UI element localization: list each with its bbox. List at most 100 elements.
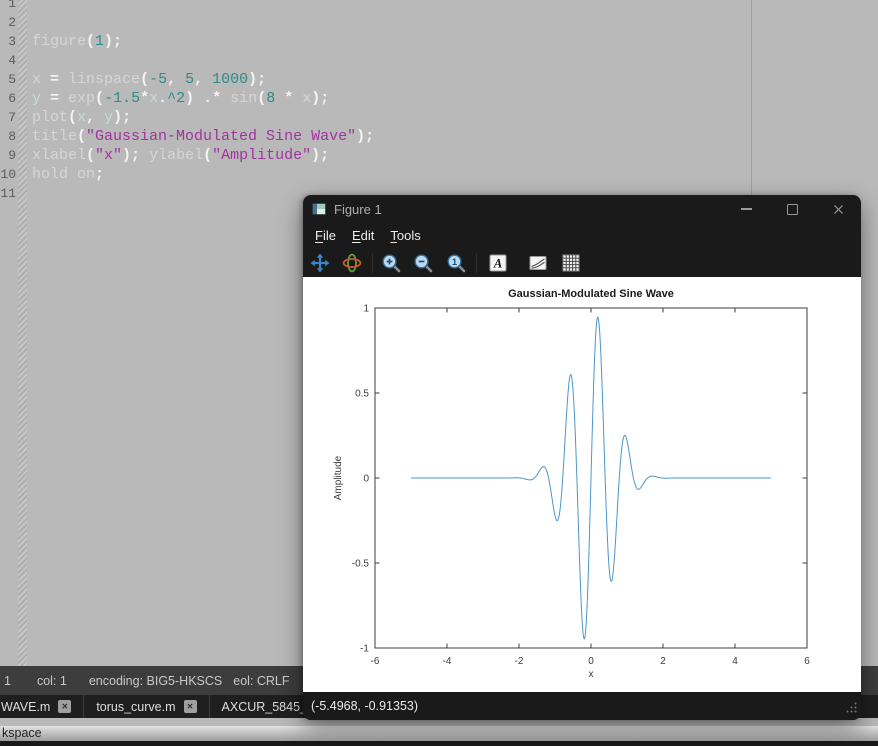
menu-tools[interactable]: Tools	[388, 227, 422, 244]
code-token: 1000	[212, 71, 249, 88]
tab-torus-curve-m[interactable]: torus_curve.m ✕	[84, 695, 210, 718]
rotate-icon[interactable]	[342, 253, 362, 273]
y-tick-label: -0.5	[352, 559, 370, 570]
code-token: "x"	[95, 147, 123, 164]
close-icon[interactable]	[823, 195, 853, 223]
code-token: 1	[95, 33, 105, 50]
text-annotation-icon[interactable]: A	[488, 253, 508, 273]
code-token: ;	[95, 166, 105, 183]
status-item: col: 1	[36, 673, 67, 688]
code-line: plot(x, y);	[32, 108, 374, 127]
code-token: .*	[194, 90, 231, 107]
tab-close-icon[interactable]: ✕	[183, 700, 197, 713]
code-token: (	[77, 128, 87, 145]
tab-label: WAVE.m	[1, 699, 51, 714]
code-token: 8	[266, 90, 276, 107]
figure-statusbar: (-5.4968, -0.91353)	[303, 692, 861, 720]
chart[interactable]: Gaussian-Modulated Sine Wave -6 -4 -2 0 2 4 6 1 0…	[303, 277, 861, 692]
figure-window-icon	[312, 203, 326, 215]
code-line: x = linspace(-5, 5, 1000);	[32, 70, 374, 89]
code-token: -1.5	[104, 90, 141, 107]
bottom-strip	[0, 741, 878, 746]
code-token: (	[95, 90, 105, 107]
window-buttons	[715, 195, 853, 223]
code-token: linspace	[68, 71, 141, 88]
code-token: x	[149, 90, 159, 107]
code-line: y = exp(-1.5*x.^2) .* sin(8 * x);	[32, 89, 374, 108]
code-token: -5	[149, 71, 168, 88]
gutter-separator	[18, 0, 27, 666]
code-token: x	[302, 90, 312, 107]
code-token: )	[185, 90, 195, 107]
x-axis-label: x	[589, 669, 594, 680]
tab-wave-m[interactable]: WAVE.m ✕	[0, 695, 85, 718]
line-number: 11	[0, 186, 16, 201]
code-token: x	[32, 71, 42, 88]
x-tick-label: -2	[515, 656, 524, 667]
code-token: x	[77, 109, 87, 126]
code-token: ,	[194, 71, 213, 88]
x-tick-label: -4	[443, 656, 452, 667]
code-token: ^2	[167, 90, 186, 107]
plot-style-icon[interactable]	[528, 253, 548, 273]
code-token: y	[32, 90, 42, 107]
menu-file[interactable]: File	[313, 227, 338, 244]
code-token: );	[248, 71, 267, 88]
code-token: *	[275, 90, 303, 107]
code-token: hold on	[32, 166, 96, 183]
figure-canvas[interactable]: Gaussian-Modulated Sine Wave -6 -4 -2 0 2 4 6 1 0…	[303, 277, 861, 692]
zoom-out-icon[interactable]	[413, 253, 433, 273]
line-number: 3	[8, 34, 16, 49]
code-token: );	[311, 90, 330, 107]
code-area[interactable]: figure(1); x = linspace(-5, 5, 1000); y =…	[32, 0, 374, 203]
zoom-in-icon[interactable]	[381, 253, 401, 273]
code-line: hold on;	[32, 165, 374, 184]
menu-edit[interactable]: Edit	[350, 227, 376, 244]
x-tick-label: 2	[660, 656, 666, 667]
line-number: 8	[8, 129, 16, 144]
code-token: .	[158, 90, 168, 107]
pan-icon[interactable]	[310, 253, 330, 273]
workspace-bar: kspace	[0, 726, 878, 741]
line-number-gutter: 1 2 3 4 5 6 7 8 9 10 11	[0, 0, 16, 203]
code-token: exp	[68, 90, 96, 107]
code-token: ,	[86, 109, 105, 126]
code-token: );	[356, 128, 375, 145]
code-token: *	[140, 90, 150, 107]
minimize-icon[interactable]	[731, 195, 761, 223]
code-token: ,	[167, 71, 186, 88]
cursor-coordinates: (-5.4968, -0.91353)	[311, 699, 419, 713]
code-token: (	[203, 147, 213, 164]
code-token: );	[113, 109, 132, 126]
code-line: title("Gaussian-Modulated Sine Wave");	[32, 127, 374, 146]
code-token: =	[41, 90, 69, 107]
line-number: 4	[8, 53, 16, 68]
code-token: sin	[230, 90, 258, 107]
figure-titlebar[interactable]: Figure 1	[303, 195, 861, 223]
line-number: 7	[8, 110, 16, 125]
code-line: xlabel("x"); ylabel("Amplitude");	[32, 146, 374, 165]
x-tick-label: 6	[804, 656, 810, 667]
y-tick-label: 0.5	[355, 389, 369, 400]
code-token: (	[86, 33, 96, 50]
code-token: 5	[185, 71, 195, 88]
line-number: 6	[8, 91, 16, 106]
line-number: 10	[0, 167, 16, 182]
line-number: 1	[8, 0, 16, 11]
code-token: "Gaussian-Modulated Sine Wave"	[86, 128, 357, 145]
figure-menubar: File Edit Tools	[303, 223, 861, 248]
grid-icon[interactable]	[561, 253, 581, 273]
status-item: encoding: BIG5-HKSCS	[88, 673, 223, 688]
code-token: xlabel	[32, 147, 87, 164]
y-tick-label: 1	[363, 304, 369, 315]
window-title: Figure 1	[334, 201, 382, 217]
zoom-reset-icon[interactable]: 1	[446, 253, 466, 273]
code-token: plot	[32, 109, 69, 126]
code-token: );	[104, 33, 123, 50]
code-token: =	[41, 71, 69, 88]
resize-grip-icon[interactable]	[846, 702, 857, 716]
code-token: y	[104, 109, 114, 126]
maximize-icon[interactable]	[777, 195, 807, 223]
tab-close-icon[interactable]: ✕	[58, 700, 72, 713]
